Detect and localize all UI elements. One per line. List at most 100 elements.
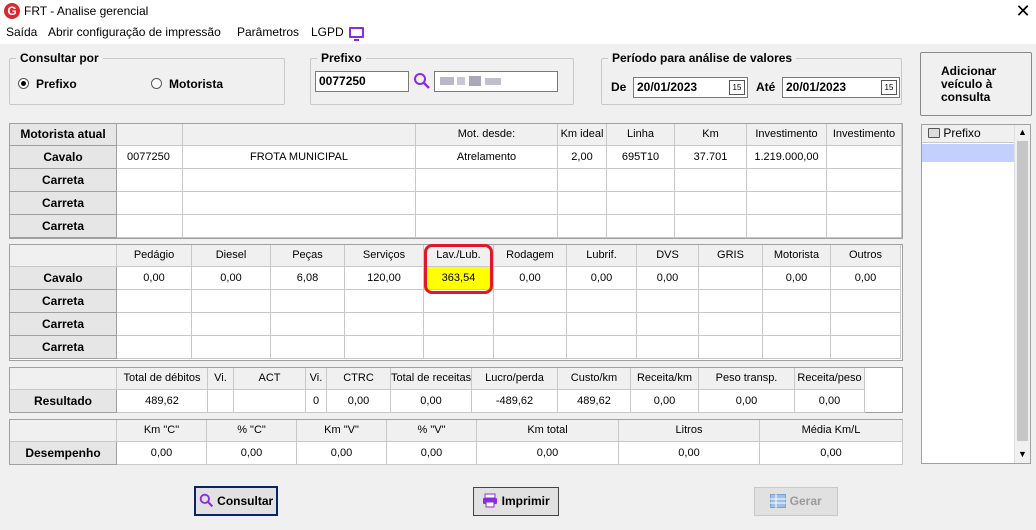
grid-cell[interactable] [183,192,416,215]
grid-cell[interactable] [424,336,494,359]
grid-cell[interactable] [558,169,607,192]
grid-cell[interactable] [345,290,424,313]
grid-cell[interactable] [699,267,763,290]
grid-cell[interactable] [183,215,416,238]
grid-cell[interactable] [416,192,558,215]
menu-saida[interactable]: Saída [6,25,37,39]
grid-cell[interactable] [345,313,424,336]
grid-cell[interactable]: 0,00 [391,390,472,413]
grid-cell[interactable]: 0 [306,390,327,413]
grid-cell[interactable] [183,169,416,192]
grid-cell[interactable] [424,313,494,336]
radio-motorista[interactable] [151,78,162,89]
calendar-icon[interactable]: 15 [729,80,745,95]
grid-cell[interactable] [117,290,192,313]
grid-cell[interactable] [831,290,901,313]
grid-cell[interactable] [607,169,675,192]
grid-cell[interactable] [675,192,747,215]
grid-cell[interactable]: 0,00 [763,267,831,290]
grid-cell[interactable]: 0,00 [619,442,760,465]
grid-cell[interactable]: 0,00 [192,267,271,290]
row-header[interactable]: Cavalo [10,267,117,290]
list-header[interactable]: Prefixo [922,125,1014,143]
grid-cell[interactable] [827,192,902,215]
close-icon[interactable]: ✕ [1010,0,1036,22]
grid-cell[interactable]: 0,00 [207,442,297,465]
chevron-down-icon[interactable]: ▼ [1015,449,1030,459]
grid-cell[interactable] [747,215,827,238]
grid-cell[interactable]: 0,00 [387,442,477,465]
radio-prefixo-label[interactable]: Prefixo [36,77,77,91]
grid-cell[interactable] [558,192,607,215]
grid-cell[interactable] [607,215,675,238]
grid-cell[interactable] [271,336,345,359]
grid-cell[interactable] [831,313,901,336]
row-header[interactable]: Carreta [10,215,117,238]
imprimir-button[interactable]: Imprimir [473,487,559,516]
grid-cell[interactable]: 0077250 [117,146,183,169]
grid-cell[interactable] [699,336,763,359]
grid-cell[interactable] [192,336,271,359]
gerar-button[interactable]: Gerar [754,487,838,516]
calendar-icon[interactable]: 15 [881,80,897,95]
grid-cell[interactable]: 1.219.000,00 [747,146,827,169]
grid-cell[interactable] [827,169,902,192]
grid-cell[interactable] [494,336,567,359]
grid-cell[interactable]: 2,00 [558,146,607,169]
grid-cell[interactable] [192,290,271,313]
list-selected-row[interactable] [922,144,1014,162]
consultar-button[interactable]: Consultar [194,486,278,516]
row-header[interactable]: Carreta [10,336,117,359]
grid-cell[interactable]: 0,00 [117,442,207,465]
grid-cell[interactable] [567,313,637,336]
grid-cell[interactable] [117,192,183,215]
grid-cell[interactable] [208,390,234,413]
grid-cell[interactable] [345,336,424,359]
grid-cell[interactable] [567,290,637,313]
grid-cell[interactable] [637,313,699,336]
grid-cell[interactable] [567,336,637,359]
row-header[interactable]: Carreta [10,313,117,336]
grid-cell[interactable] [637,336,699,359]
grid-cell[interactable]: 0,00 [637,267,699,290]
grid-cell[interactable]: 0,00 [699,390,795,413]
grid-cell[interactable] [747,169,827,192]
row-header[interactable]: Cavalo [10,146,117,169]
row-header[interactable]: Resultado [10,390,117,413]
grid-cell[interactable] [234,390,306,413]
grid-cell[interactable]: 120,00 [345,267,424,290]
grid-cell[interactable]: Atrelamento [416,146,558,169]
scrollbar-thumb[interactable] [1017,141,1028,441]
grid-cell[interactable]: 0,00 [117,267,192,290]
grid-cell[interactable] [763,313,831,336]
grid-cell[interactable] [827,215,902,238]
grid-cell[interactable] [416,215,558,238]
row-header[interactable]: Desempenho [10,442,117,465]
grid-cell[interactable] [763,290,831,313]
grid-cell[interactable] [494,290,567,313]
add-vehicle-button[interactable]: Adicionar veículo à consulta [920,52,1032,116]
grid-cell[interactable] [827,146,902,169]
search-icon[interactable] [413,72,431,90]
row-header[interactable]: Carreta [10,192,117,215]
radio-motorista-label[interactable]: Motorista [169,77,223,91]
grid-cell[interactable] [763,336,831,359]
grid-cell[interactable]: 37.701 [675,146,747,169]
grid-cell[interactable] [747,192,827,215]
menu-parametros[interactable]: Parâmetros [237,25,299,39]
grid-cell[interactable] [675,169,747,192]
grid-cell[interactable]: 0,00 [631,390,699,413]
grid-cell[interactable] [494,313,567,336]
grid-cell[interactable]: 0,00 [567,267,637,290]
grid-cell[interactable] [117,336,192,359]
grid-cell[interactable] [699,290,763,313]
grid-cell[interactable] [831,336,901,359]
grid-cell[interactable] [271,290,345,313]
radio-prefixo[interactable] [18,78,29,89]
grid-cell[interactable]: 0,00 [760,442,903,465]
grid-cell[interactable] [558,215,607,238]
prefixo-input[interactable]: 0077250 [315,71,409,92]
grid-cell[interactable] [271,313,345,336]
grid-cell[interactable]: 0,00 [494,267,567,290]
menu-lgpd[interactable]: LGPD [311,25,344,39]
